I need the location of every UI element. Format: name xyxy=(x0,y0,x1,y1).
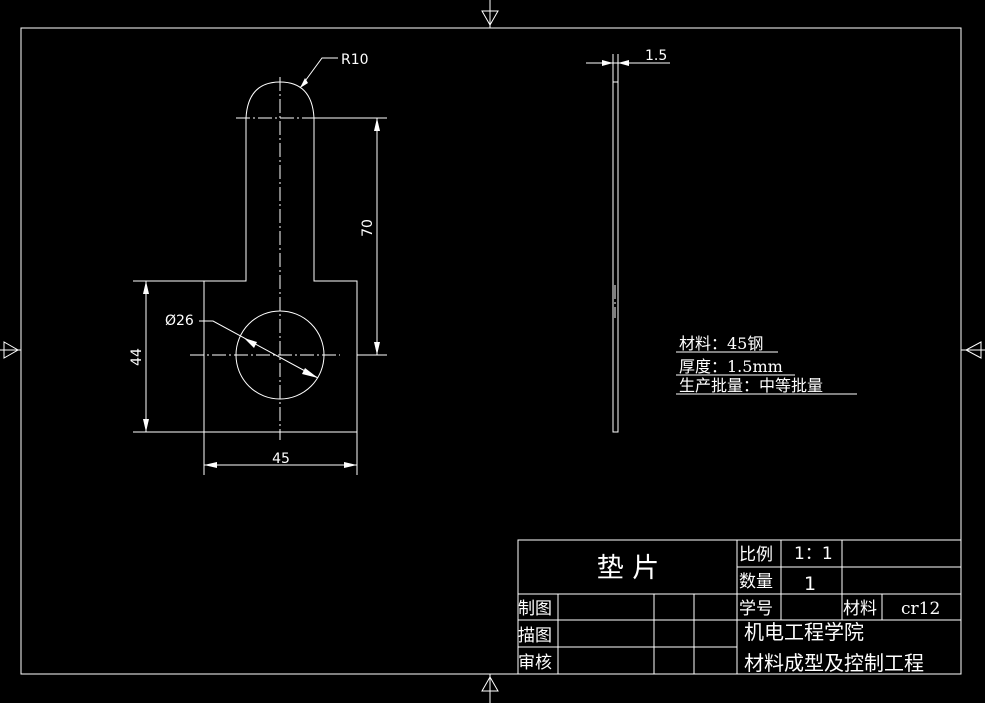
height-top-label: 70 xyxy=(360,219,376,237)
school-name: 机电工程学院 xyxy=(744,620,864,644)
technical-drawing: R10 70 44 Ø26 45 1.5 材料：45钢 厚度：1.5mm 生产批… xyxy=(0,0,985,703)
hole-diameter-label: Ø26 xyxy=(165,313,194,329)
hole-diameter-dimension: Ø26 xyxy=(165,313,319,379)
note-thickness: 厚度：1.5mm xyxy=(679,357,783,376)
student-id-label: 学号 xyxy=(739,599,773,619)
centering-mark-right xyxy=(961,341,985,359)
width-block-label: 45 xyxy=(272,451,290,467)
title-block: 垫 片 比例 1：1 数量 1 制图 描图 审核 学号 材料 cr12 机电工程… xyxy=(517,539,962,675)
scale-label: 比例 xyxy=(739,545,773,565)
department-name: 材料成型及控制工程 xyxy=(744,651,924,675)
height-block-label: 44 xyxy=(129,348,145,366)
traced-label: 描图 xyxy=(518,626,552,646)
technical-notes: 材料：45钢 厚度：1.5mm 生产批量：中等批量 xyxy=(676,334,857,395)
thickness-label: 1.5 xyxy=(645,48,667,64)
quantity-value: 1 xyxy=(804,573,816,595)
material-value: cr12 xyxy=(901,599,940,619)
quantity-label: 数量 xyxy=(739,572,773,592)
drawing-frame xyxy=(20,27,962,675)
note-batch: 生产批量：中等批量 xyxy=(679,376,823,395)
height-top-dimension: 70 xyxy=(314,117,387,356)
radius-label: R10 xyxy=(341,52,369,68)
checked-label: 审核 xyxy=(518,653,552,673)
scale-value: 1：1 xyxy=(794,544,833,564)
centering-mark-top xyxy=(481,0,499,28)
height-block-dimension: 44 xyxy=(129,280,204,433)
material-label: 材料 xyxy=(843,599,877,619)
side-view-outline xyxy=(612,81,619,433)
centering-mark-left xyxy=(0,341,21,359)
radius-dimension: R10 xyxy=(299,52,369,89)
centering-mark-bottom xyxy=(481,674,499,703)
part-name: 垫 片 xyxy=(597,553,660,584)
note-material: 材料：45钢 xyxy=(679,334,763,353)
thickness-dimension: 1.5 xyxy=(586,48,670,82)
drawn-label: 制图 xyxy=(518,599,552,619)
